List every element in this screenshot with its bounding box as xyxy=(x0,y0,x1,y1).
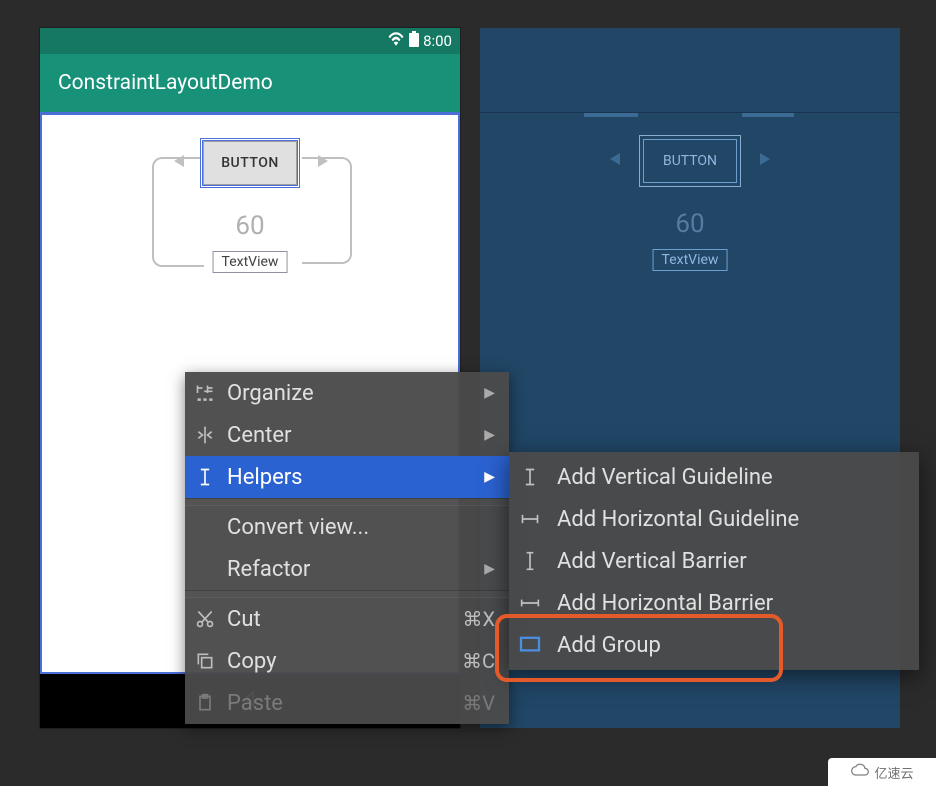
menu-label: Organize xyxy=(227,381,474,406)
vertical-barrier-icon xyxy=(517,550,543,572)
organize-icon xyxy=(193,383,217,403)
menu-paste: Paste ⌘V xyxy=(185,682,509,724)
status-bar: 8:00 xyxy=(40,28,460,54)
menu-label: Convert view... xyxy=(227,515,495,540)
app-bar: ConstraintLayoutDemo xyxy=(40,54,460,112)
helpers-submenu: Add Vertical Guideline Add Horizontal Gu… xyxy=(509,452,919,670)
bp-constraint-loop-right xyxy=(742,113,794,117)
submenu-add-vertical-guideline[interactable]: Add Vertical Guideline xyxy=(509,456,919,498)
paste-icon xyxy=(193,693,217,713)
bp-button-widget[interactable]: BUTTON xyxy=(643,139,737,183)
shortcut: ⌘V xyxy=(462,691,495,715)
bp-margin-label: 60 xyxy=(675,209,704,239)
context-menu: Organize ▶ Center ▶ Helpers ▶ Convert vi… xyxy=(185,372,509,724)
menu-organize[interactable]: Organize ▶ xyxy=(185,372,509,414)
menu-cut[interactable]: Cut ⌘X xyxy=(185,598,509,640)
bp-constraint-arrow-right xyxy=(760,153,770,165)
constraint-arrow-left xyxy=(174,155,184,167)
submenu-label: Add Group xyxy=(557,633,661,658)
menu-label: Copy xyxy=(227,649,452,674)
watermark-text: 亿速云 xyxy=(874,763,913,782)
submenu-arrow-icon: ▶ xyxy=(484,469,495,485)
bp-constraint-loop-left xyxy=(584,113,638,117)
menu-label: Paste xyxy=(227,691,452,716)
menu-helpers[interactable]: Helpers ▶ xyxy=(185,456,509,498)
menu-label: Cut xyxy=(227,607,452,632)
app-title: ConstraintLayoutDemo xyxy=(58,71,273,95)
submenu-label: Add Vertical Barrier xyxy=(557,549,747,574)
wifi-icon xyxy=(387,32,405,50)
horizontal-guideline-icon xyxy=(517,509,543,529)
battery-icon xyxy=(409,31,419,51)
margin-label: 60 xyxy=(235,211,264,241)
submenu-add-group[interactable]: Add Group xyxy=(509,624,919,666)
textview-widget[interactable]: TextView xyxy=(213,251,288,273)
menu-center[interactable]: Center ▶ xyxy=(185,414,509,456)
submenu-label: Add Horizontal Barrier xyxy=(557,591,773,616)
menu-refactor[interactable]: Refactor ▶ xyxy=(185,548,509,590)
menu-label: Helpers xyxy=(227,465,474,490)
group-icon xyxy=(517,636,543,654)
submenu-arrow-icon: ▶ xyxy=(484,385,495,401)
status-time: 8:00 xyxy=(423,32,452,50)
cloud-icon xyxy=(850,763,870,781)
constraint-loop-right xyxy=(302,157,352,264)
menu-convert-view[interactable]: Convert view... xyxy=(185,506,509,548)
submenu-add-horizontal-guideline[interactable]: Add Horizontal Guideline xyxy=(509,498,919,540)
menu-copy[interactable]: Copy ⌘C xyxy=(185,640,509,682)
button-widget[interactable]: BUTTON xyxy=(203,141,297,185)
submenu-arrow-icon: ▶ xyxy=(484,561,495,577)
watermark: 亿速云 xyxy=(828,758,936,786)
vertical-guideline-icon xyxy=(517,466,543,488)
center-icon xyxy=(193,425,217,445)
menu-separator xyxy=(185,590,509,598)
shortcut: ⌘X xyxy=(462,607,495,631)
submenu-label: Add Horizontal Guideline xyxy=(557,507,799,532)
shortcut: ⌘C xyxy=(462,649,495,673)
horizontal-barrier-icon xyxy=(517,593,543,613)
menu-label: Center xyxy=(227,423,474,448)
copy-icon xyxy=(193,651,217,671)
submenu-label: Add Vertical Guideline xyxy=(557,465,773,490)
constraint-arrow-right xyxy=(318,155,328,167)
cut-icon xyxy=(193,609,217,629)
constraint-loop-left xyxy=(152,157,204,267)
submenu-arrow-icon: ▶ xyxy=(484,427,495,443)
bp-textview-widget[interactable]: TextView xyxy=(653,249,728,271)
bp-constraint-arrow-left xyxy=(610,153,620,165)
menu-separator xyxy=(185,498,509,506)
helpers-icon xyxy=(193,467,217,487)
submenu-add-vertical-barrier[interactable]: Add Vertical Barrier xyxy=(509,540,919,582)
submenu-add-horizontal-barrier[interactable]: Add Horizontal Barrier xyxy=(509,582,919,624)
menu-label: Refactor xyxy=(227,557,474,582)
